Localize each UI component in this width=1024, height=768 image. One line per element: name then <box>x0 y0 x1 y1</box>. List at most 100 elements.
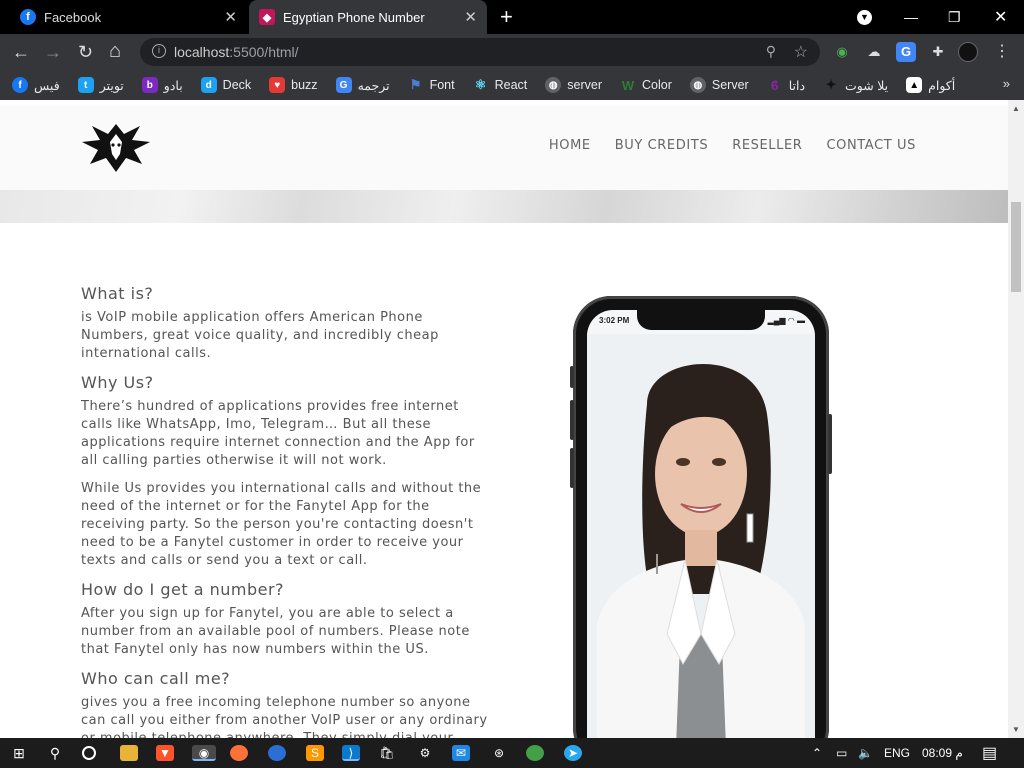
store-icon[interactable]: 🛍 <box>378 745 396 761</box>
network-tool-icon[interactable]: ⊛ <box>490 745 508 761</box>
tab-title: Egyptian Phone Number <box>283 9 425 25</box>
cortana-icon[interactable] <box>82 746 96 760</box>
phone-mockup: 3:02 PM ▂▄▆ ◠ ▬ <box>570 296 832 738</box>
bookmark-item[interactable]: d Deck <box>200 77 251 93</box>
bookmark-label: ترجمه <box>357 78 390 93</box>
reload-icon[interactable]: ↻ <box>78 42 93 63</box>
tab-facebook[interactable]: f Facebook ✕ <box>0 0 247 34</box>
close-tab-icon[interactable]: ✕ <box>224 8 237 26</box>
minimize-button[interactable]: — <box>904 0 918 34</box>
bookmark-item[interactable]: ϐ داتا <box>767 77 805 93</box>
home-icon[interactable]: ⌂ <box>109 40 121 63</box>
bookmark-item[interactable]: ▲ أكوام <box>906 77 955 93</box>
bookmark-item[interactable]: ◍ Server <box>689 77 749 93</box>
bookmark-item[interactable]: ✦ يلا شوت <box>823 77 889 93</box>
bookmark-label: server <box>567 78 602 92</box>
notifications-icon[interactable]: ▤ <box>982 738 997 768</box>
network-icon[interactable]: ▭ <box>836 738 847 768</box>
zoom-icon[interactable]: ⚲ <box>766 43 776 60</box>
section-paragraph: After you sign up for Fanytel, you are a… <box>81 606 470 657</box>
url-path: :5500/html/ <box>229 44 299 60</box>
extensions-puzzle-icon[interactable]: ✚ <box>928 42 948 62</box>
forward-icon[interactable]: → <box>44 42 62 63</box>
globe-icon: ◍ <box>545 77 562 93</box>
windows-taskbar: ⊞ ⚲ ▼ ◉ S ⟩ 🛍 ⚙ ✉ ⊛ ➤ ⌃ ▭ 🔈 ENG 08:09 م … <box>0 738 1024 768</box>
brave-icon[interactable]: ▼ <box>156 745 174 761</box>
bookmarks-bar: f فيس t تويتر b بادو d Deck ♥ buzz G ترجمه ⚑ Fo… <box>0 70 1024 100</box>
bookmark-item[interactable]: ♥ buzz <box>269 77 318 93</box>
bookmark-item[interactable]: ⚛ React <box>473 77 527 93</box>
buzz-icon: ♥ <box>269 77 286 93</box>
faq-content: What is? is VoIP mobile application offe… <box>81 284 491 738</box>
site-header: HOME BUY CREDITS RESELLER CONTACT US <box>0 106 1008 190</box>
bookmark-item[interactable]: f فيس <box>12 77 60 93</box>
clock[interactable]: 08:09 م <box>922 738 963 768</box>
nav-buy-credits[interactable]: BUY CREDITS <box>615 138 708 153</box>
mail-icon[interactable]: ✉ <box>452 745 470 761</box>
menu-kebab-icon[interactable]: ⋮ <box>992 42 1012 62</box>
facebook-icon: f <box>12 77 28 93</box>
telegram-icon[interactable]: ➤ <box>564 745 582 761</box>
more-bookmarks-icon[interactable]: » <box>1003 76 1010 91</box>
bookmark-label: Color <box>642 78 672 92</box>
bookmark-star-icon[interactable]: ☆ <box>794 42 808 62</box>
nav-contact-us[interactable]: CONTACT US <box>826 138 916 153</box>
scroll-down-icon[interactable]: ▼ <box>1012 725 1020 734</box>
close-window-button[interactable]: ✕ <box>994 0 1007 34</box>
new-tab-button[interactable]: + <box>500 4 513 30</box>
facebook-icon: f <box>20 9 36 25</box>
flag-icon: ⚑ <box>409 77 422 92</box>
vpn-icon[interactable] <box>526 745 544 761</box>
volume-icon[interactable]: 🔈 <box>858 738 873 768</box>
bookmark-item[interactable]: ◍ server <box>545 77 602 93</box>
akwam-icon: ▲ <box>906 77 923 93</box>
bookmark-item[interactable]: W Color <box>620 77 672 93</box>
translate-icon: G <box>335 77 352 93</box>
bookmark-label: buzz <box>291 78 318 92</box>
extension-icon[interactable]: ◉ <box>832 42 852 62</box>
search-icon[interactable]: ⚲ <box>46 745 64 761</box>
badoo-icon: b <box>141 77 158 93</box>
hero-banner <box>0 190 1008 223</box>
scroll-up-icon[interactable]: ▲ <box>1012 104 1020 113</box>
tray-chevron-icon[interactable]: ⌃ <box>812 738 822 768</box>
react-icon: ⚛ <box>474 77 487 92</box>
firefox-icon[interactable] <box>230 745 248 761</box>
settings-gear-icon[interactable]: ⚙ <box>416 745 434 761</box>
bookmark-item[interactable]: t تويتر <box>77 77 124 93</box>
wolf-logo[interactable] <box>80 120 152 174</box>
extension-cloud-icon[interactable]: ☁ <box>864 42 884 62</box>
firefox-dev-icon[interactable] <box>268 745 286 761</box>
back-icon[interactable]: ← <box>12 42 30 63</box>
tab-search-icon[interactable]: ▼ <box>857 0 872 34</box>
scrollbar-thumb[interactable] <box>1011 202 1021 292</box>
info-icon[interactable]: i <box>152 44 166 58</box>
nav-reseller[interactable]: RESELLER <box>732 138 802 153</box>
bookmark-item[interactable]: G ترجمه <box>335 77 390 93</box>
sublime-text-icon[interactable]: S <box>306 745 324 761</box>
translate-extension-icon[interactable]: G <box>896 42 916 62</box>
phone-side-button <box>828 414 832 474</box>
nav-home[interactable]: HOME <box>549 138 591 153</box>
phone-side-button <box>570 448 574 488</box>
bookmark-label: داتا <box>788 78 806 93</box>
windows-start-icon[interactable]: ⊞ <box>10 745 28 761</box>
language-indicator[interactable]: ENG <box>884 738 910 768</box>
bookmark-item[interactable]: ⚑ Font <box>408 77 455 93</box>
globe-icon: ◍ <box>689 77 706 93</box>
address-bar[interactable]: i localhost:5500/html/ ⚲ ☆ <box>140 38 820 66</box>
restore-button[interactable]: ❐ <box>948 0 961 34</box>
section-paragraph: gives you a free incoming telephone numb… <box>81 695 488 738</box>
bookmark-label: Font <box>429 78 455 92</box>
phone-side-button <box>570 400 574 440</box>
page-scrollbar[interactable]: ▲ ▼ <box>1008 100 1024 738</box>
bookmark-item[interactable]: b بادو <box>141 77 183 93</box>
chrome-icon[interactable]: ◉ <box>192 745 216 761</box>
vscode-icon[interactable]: ⟩ <box>342 745 360 761</box>
file-explorer-icon[interactable] <box>120 745 138 761</box>
phone-screen: 3:02 PM ▂▄▆ ◠ ▬ <box>587 310 815 738</box>
profile-avatar[interactable] <box>958 42 978 62</box>
tab-egyptian-phone-number[interactable]: ◆ Egyptian Phone Number ✕ <box>249 0 487 34</box>
close-tab-icon[interactable]: ✕ <box>464 8 477 26</box>
url-host: localhost <box>174 44 230 60</box>
